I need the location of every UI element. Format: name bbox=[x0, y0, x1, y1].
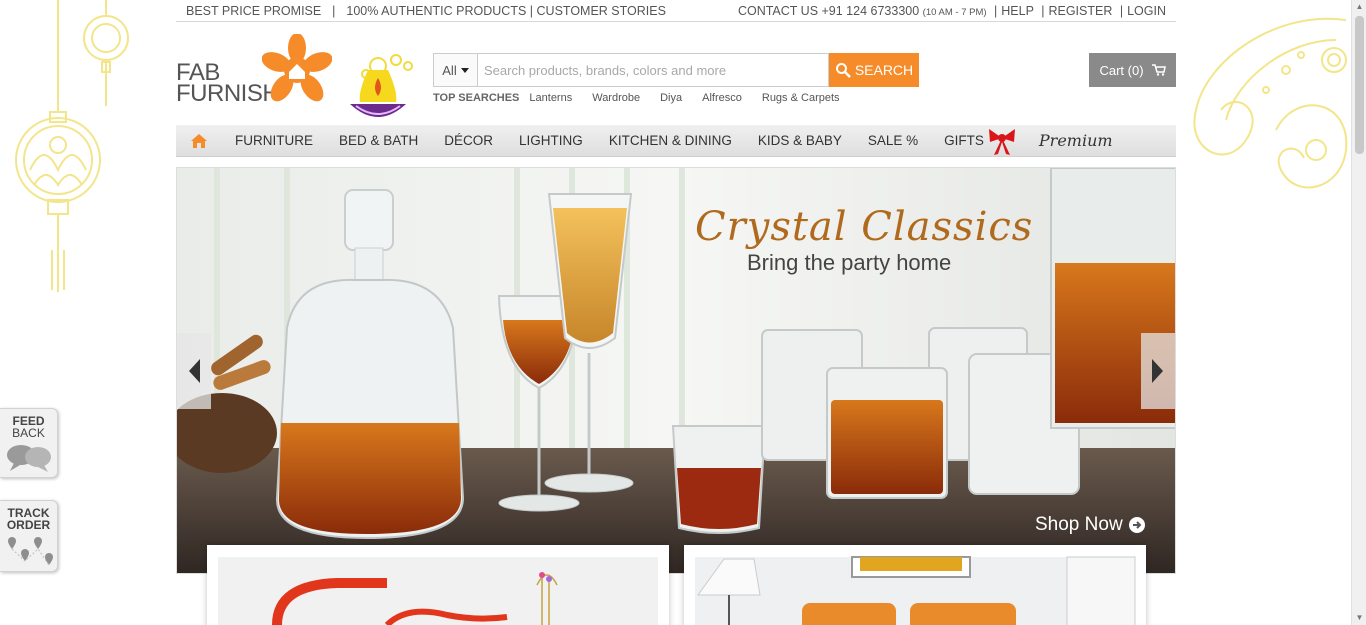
help-link[interactable]: HELP bbox=[1001, 4, 1033, 18]
flower-house-icon bbox=[262, 34, 332, 102]
hero-banner[interactable]: Crystal Classics Bring the party home Sh… bbox=[176, 167, 1176, 574]
top-search-link[interactable]: Rugs & Carpets bbox=[762, 92, 840, 104]
scroll-down-arrow-icon[interactable]: ▼ bbox=[1355, 613, 1364, 623]
nav-kids-baby[interactable]: KIDS & BABY bbox=[745, 133, 855, 148]
nav-sale[interactable]: SALE % bbox=[855, 133, 931, 148]
cart-icon bbox=[1151, 64, 1166, 76]
promo-card-festive[interactable] bbox=[207, 545, 669, 625]
search-button[interactable]: SEARCH bbox=[829, 53, 919, 87]
nav-premium[interactable]: Premium bbox=[1039, 131, 1113, 150]
search-category-dropdown[interactable]: All bbox=[433, 53, 477, 87]
top-searches-label: TOP SEARCHES bbox=[433, 92, 520, 104]
top-searches: TOP SEARCHES Lanterns Wardrobe Diya Alfr… bbox=[433, 92, 860, 104]
map-pins-icon bbox=[7, 537, 53, 566]
vertical-scrollbar[interactable]: ▲ ▼ bbox=[1351, 0, 1366, 625]
feedback-tab[interactable]: FEED BACK bbox=[0, 408, 58, 478]
cart-label: Cart (0) bbox=[1099, 62, 1144, 78]
nav-gifts[interactable]: GIFTS bbox=[931, 126, 1031, 156]
fabfurnish-logo[interactable]: FAB FURNISH bbox=[176, 34, 426, 117]
customer-stories-link[interactable]: CUSTOMER STORIES bbox=[537, 4, 666, 18]
hero-subtitle: Bring the party home bbox=[747, 250, 952, 275]
red-bow-icon bbox=[988, 128, 1015, 155]
arrow-circle-right-icon bbox=[1128, 517, 1145, 533]
best-price-link[interactable]: BEST PRICE PROMISE bbox=[186, 4, 321, 18]
shop-now-button[interactable]: Shop Now bbox=[1035, 514, 1146, 536]
track-order-tab[interactable]: TRACK ORDER bbox=[0, 500, 58, 572]
top-search-link[interactable]: Lanterns bbox=[529, 92, 572, 104]
nav-home[interactable] bbox=[176, 133, 222, 149]
scrollbar-thumb[interactable] bbox=[1355, 16, 1364, 154]
site-header: FAB FURNISH All Search products, brands,… bbox=[176, 22, 1176, 122]
search-input[interactable] bbox=[477, 53, 829, 87]
diya-lamp-icon bbox=[350, 54, 413, 117]
top-search-link[interactable]: Diya bbox=[660, 92, 682, 104]
feedback-label-line2: BACK bbox=[12, 426, 45, 440]
nav-kitchen-dining[interactable]: KITCHEN & DINING bbox=[596, 133, 745, 148]
search-bar: All SEARCH bbox=[433, 53, 919, 87]
nav-furniture[interactable]: FURNITURE bbox=[222, 133, 326, 148]
separator: | bbox=[994, 3, 998, 18]
festive-promo-image bbox=[218, 557, 658, 625]
promo-card-furniture[interactable] bbox=[684, 545, 1146, 625]
lantern-decoration bbox=[15, 0, 129, 292]
separator: | bbox=[1041, 3, 1045, 18]
top-search-link[interactable]: Alfresco bbox=[702, 92, 742, 104]
search-button-label: SEARCH bbox=[854, 62, 914, 78]
shop-now-label: Shop Now bbox=[1035, 514, 1123, 535]
chat-bubbles-icon bbox=[6, 445, 51, 472]
separator: | bbox=[1119, 3, 1124, 18]
caret-down-icon bbox=[460, 67, 469, 73]
account-links: CONTACT US +91 124 6733300 (10 AM - 7 PM… bbox=[738, 4, 1166, 18]
authentic-products-link[interactable]: 100% AUTHENTIC PRODUCTS bbox=[346, 4, 526, 18]
separator: | bbox=[529, 3, 537, 18]
hero-title: Crystal Classics bbox=[695, 204, 1034, 250]
main-navigation: FURNITURE BED & BATH DÉCOR LIGHTING KITC… bbox=[176, 125, 1176, 157]
paisley-decoration bbox=[1193, 17, 1348, 189]
home-icon bbox=[191, 133, 207, 148]
cart-button[interactable]: Cart (0) bbox=[1089, 53, 1176, 87]
scroll-up-arrow-icon[interactable]: ▲ bbox=[1355, 2, 1364, 12]
page-container: BEST PRICE PROMISE | 100% AUTHENTIC PROD… bbox=[176, 0, 1176, 574]
furniture-promo-image bbox=[695, 556, 1136, 625]
carousel-next-button[interactable] bbox=[1141, 333, 1175, 409]
magnifier-icon bbox=[835, 63, 851, 78]
triangle-left-icon bbox=[189, 359, 200, 383]
carousel-prev-button[interactable] bbox=[177, 333, 211, 409]
nav-bed-bath[interactable]: BED & BATH bbox=[326, 133, 431, 148]
promo-cards bbox=[207, 545, 1147, 625]
nav-gifts-label: GIFTS bbox=[944, 133, 984, 148]
nav-decor[interactable]: DÉCOR bbox=[431, 133, 506, 148]
top-utility-bar: BEST PRICE PROMISE | 100% AUTHENTIC PROD… bbox=[176, 0, 1176, 22]
register-link[interactable]: REGISTER bbox=[1048, 4, 1112, 18]
search-category-value: All bbox=[442, 62, 457, 78]
triangle-right-icon bbox=[1152, 359, 1163, 383]
separator: | bbox=[328, 3, 339, 18]
top-search-link[interactable]: Wardrobe bbox=[592, 92, 640, 104]
contact-hours: (10 AM - 7 PM) bbox=[922, 6, 987, 18]
login-link[interactable]: LOGIN bbox=[1127, 4, 1166, 18]
promise-links: BEST PRICE PROMISE | 100% AUTHENTIC PROD… bbox=[186, 4, 666, 18]
nav-lighting[interactable]: LIGHTING bbox=[506, 133, 596, 148]
contact-us-link[interactable]: CONTACT US +91 124 6733300 bbox=[738, 4, 919, 18]
track-label-line2: ORDER bbox=[6, 518, 51, 532]
